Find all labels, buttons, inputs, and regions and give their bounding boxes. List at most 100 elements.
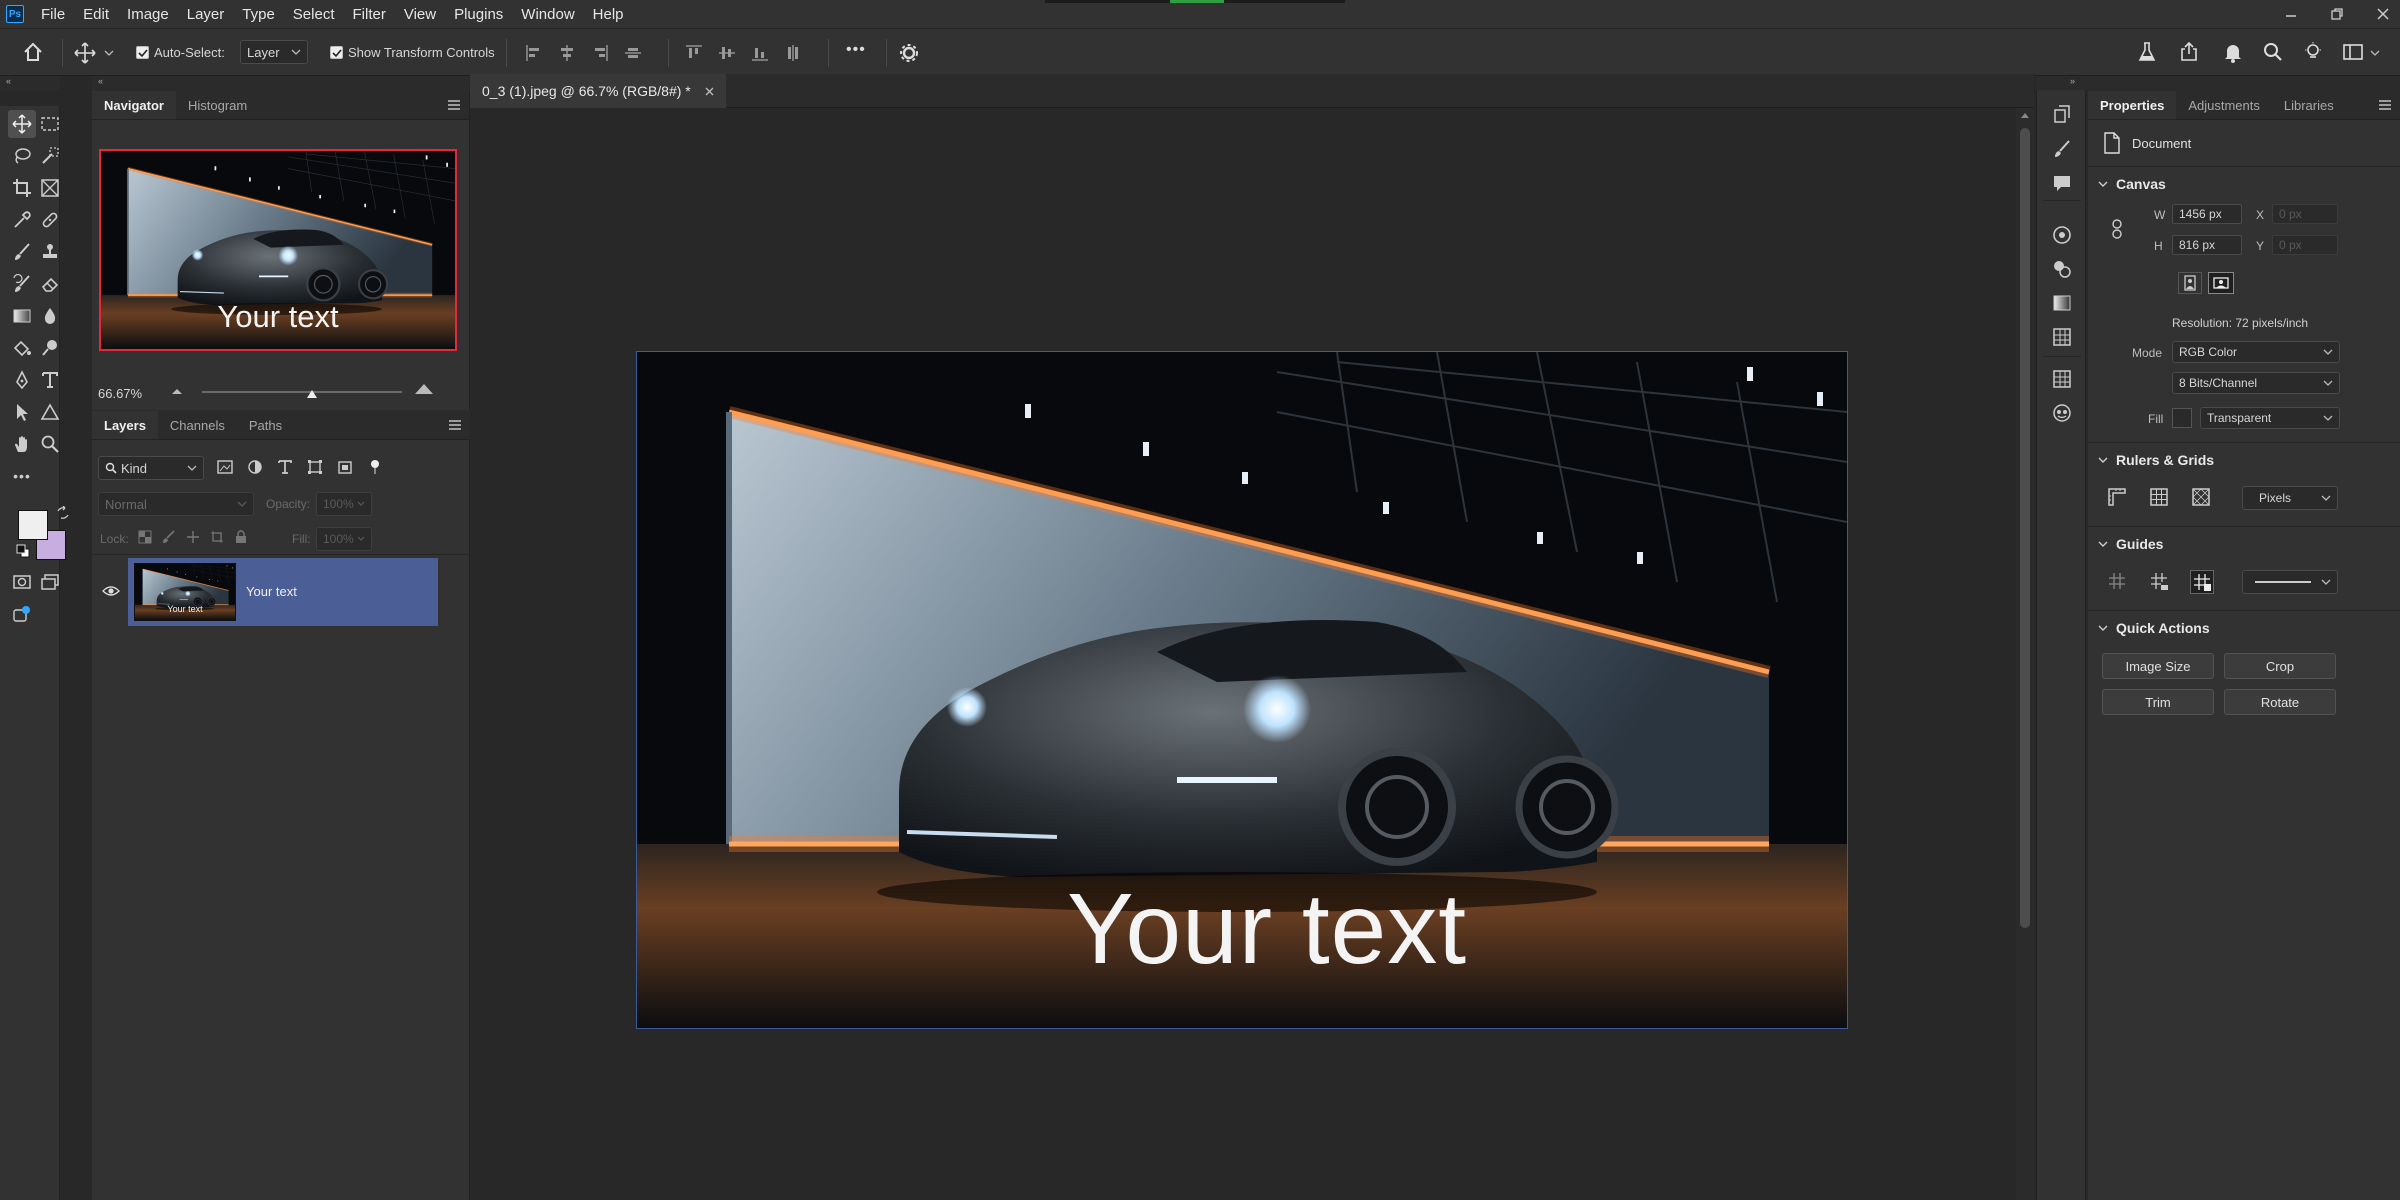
dodge-tool-icon[interactable]	[36, 334, 64, 362]
paint-bucket-tool-icon[interactable]	[8, 334, 36, 362]
menu-select[interactable]: Select	[284, 6, 344, 23]
quick-mask-icon[interactable]	[8, 568, 36, 596]
menu-type[interactable]: Type	[233, 6, 284, 23]
foreground-color-swatch[interactable]	[18, 510, 48, 540]
layer-thumbnail[interactable]: Your text	[134, 563, 236, 621]
filter-pixel-icon[interactable]	[216, 458, 234, 476]
canvas-image[interactable]: Your text	[636, 351, 1848, 1029]
bell-icon[interactable]	[2222, 41, 2244, 63]
gear-icon[interactable]	[898, 42, 920, 64]
bit-depth-dropdown[interactable]: 8 Bits/Channel	[2172, 372, 2340, 394]
color-panel-icon[interactable]	[2051, 224, 2073, 246]
guides-toggle-icon[interactable]	[2106, 570, 2128, 594]
trim-button[interactable]: Trim	[2102, 689, 2214, 715]
grid-icon[interactable]	[2148, 486, 2170, 508]
clone-stamp-tool-icon[interactable]	[36, 238, 64, 266]
menu-edit[interactable]: Edit	[74, 6, 118, 23]
generative-icon[interactable]	[8, 600, 36, 628]
comments-icon[interactable]	[2051, 172, 2073, 194]
gradients-panel-icon[interactable]	[2051, 292, 2073, 314]
pen-tool-icon[interactable]	[8, 366, 36, 394]
path-selection-tool-icon[interactable]	[8, 398, 36, 426]
blur-tool-icon[interactable]	[36, 302, 64, 330]
align-top-icon[interactable]	[684, 43, 704, 63]
tab-properties[interactable]: Properties	[2088, 91, 2177, 119]
menu-window[interactable]: Window	[512, 6, 583, 23]
menu-layer[interactable]: Layer	[178, 6, 234, 23]
pixel-grid-icon[interactable]	[2190, 486, 2212, 508]
align-middle-icon[interactable]	[717, 43, 737, 63]
panel-menu-icon[interactable]	[2378, 99, 2392, 111]
menu-view[interactable]: View	[395, 6, 445, 23]
chevron-down-icon[interactable]	[104, 49, 114, 57]
lock-position-icon[interactable]	[186, 530, 200, 544]
canvas-section-header[interactable]: Canvas	[2098, 176, 2166, 192]
rotate-button[interactable]: Rotate	[2224, 689, 2336, 715]
menu-plugins[interactable]: Plugins	[445, 6, 512, 23]
move-tool-icon[interactable]	[8, 110, 36, 138]
distribute-vertical-icon[interactable]	[783, 43, 803, 63]
swatches-panel-icon[interactable]	[2051, 258, 2073, 280]
screen-mode-icon[interactable]	[36, 568, 64, 596]
hand-tool-icon[interactable]	[8, 430, 36, 458]
vertical-scrollbar[interactable]	[2016, 108, 2034, 1200]
menu-filter[interactable]: Filter	[344, 6, 395, 23]
eyedropper-tool-icon[interactable]	[8, 206, 36, 234]
libraries-panel-icon[interactable]	[2051, 402, 2073, 424]
link-dimensions-icon[interactable]	[2110, 218, 2124, 240]
home-icon[interactable]	[22, 41, 44, 63]
distribute-horizontal-icon[interactable]	[623, 43, 643, 63]
filter-smart-object-icon[interactable]	[336, 458, 354, 476]
eraser-tool-icon[interactable]	[36, 270, 64, 298]
left-panel-collapse-strip[interactable]: «	[92, 76, 470, 90]
object-selection-tool-icon[interactable]	[36, 142, 64, 170]
show-transform-checkbox[interactable]	[330, 46, 343, 59]
image-size-button[interactable]: Image Size	[2102, 653, 2214, 679]
navigator-zoom-slider[interactable]	[202, 391, 402, 393]
scroll-up-icon[interactable]	[2021, 112, 2029, 118]
fill-swatch[interactable]	[2172, 408, 2192, 428]
auto-select-checkbox[interactable]	[136, 46, 149, 59]
filter-adjustment-icon[interactable]	[246, 458, 264, 476]
align-left-icon[interactable]	[524, 43, 544, 63]
restore-icon[interactable]	[2330, 7, 2344, 21]
tab-libraries[interactable]: Libraries	[2272, 91, 2346, 119]
height-field[interactable]: 816 px	[2172, 235, 2242, 255]
navigator-zoom-value[interactable]: 66.67%	[98, 386, 142, 401]
history-brush-tool-icon[interactable]	[8, 270, 36, 298]
quick-actions-section-header[interactable]: Quick Actions	[2098, 620, 2210, 636]
lightbulb-icon[interactable]	[2302, 41, 2324, 63]
zoom-out-icon[interactable]	[170, 386, 184, 396]
tab-channels[interactable]: Channels	[158, 411, 237, 439]
move-tool-preset-icon[interactable]	[74, 42, 96, 64]
crop-button[interactable]: Crop	[2224, 653, 2336, 679]
navigator-preview[interactable]: Your text	[99, 149, 457, 351]
smart-guides-icon[interactable]	[2190, 570, 2214, 594]
align-center-icon[interactable]	[557, 43, 577, 63]
visibility-eye-icon[interactable]	[102, 584, 120, 598]
document-tab[interactable]: 0_3 (1).jpeg @ 66.7% (RGB/8#) *	[470, 74, 726, 108]
patterns-panel-icon[interactable]	[2051, 326, 2073, 348]
lock-all-icon[interactable]	[234, 530, 248, 544]
toolbar-collapse-strip[interactable]: «	[0, 76, 60, 90]
ruler-icon[interactable]	[2106, 486, 2128, 508]
filter-shape-icon[interactable]	[306, 458, 324, 476]
tab-layers[interactable]: Layers	[92, 411, 158, 439]
minimize-icon[interactable]	[2284, 7, 2298, 21]
layer-filter-dropdown[interactable]: Kind	[98, 456, 204, 480]
panel-menu-icon[interactable]	[447, 99, 461, 111]
lock-guides-icon[interactable]	[2148, 570, 2170, 594]
crop-tool-icon[interactable]	[8, 174, 36, 202]
canvas-text-layer[interactable]: Your text	[637, 872, 1847, 987]
menu-image[interactable]: Image	[118, 6, 178, 23]
navigator-zoom-handle[interactable]	[306, 389, 318, 399]
chevron-down-icon[interactable]	[2370, 49, 2380, 57]
y-field[interactable]: 0 px	[2272, 235, 2338, 255]
tab-adjustments[interactable]: Adjustments	[2176, 91, 2272, 119]
lock-artboard-icon[interactable]	[210, 530, 224, 544]
filter-toggle-icon[interactable]	[366, 458, 384, 476]
menu-file[interactable]: File	[32, 6, 74, 23]
close-tab-icon[interactable]	[705, 87, 714, 96]
brush-tool-icon[interactable]	[8, 238, 36, 266]
brush-settings-icon[interactable]	[2051, 138, 2073, 160]
